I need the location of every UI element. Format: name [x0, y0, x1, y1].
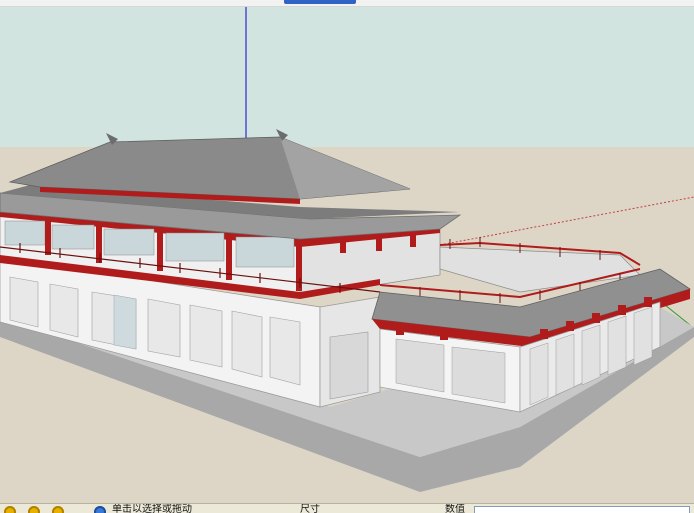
3d-viewport[interactable] — [0, 7, 694, 503]
toolbar-strip — [0, 0, 694, 7]
sky — [0, 7, 694, 157]
front-doors — [113, 294, 137, 350]
active-tab-indicator[interactable] — [284, 0, 356, 4]
side-door[interactable] — [329, 331, 369, 400]
model-canvas[interactable] — [0, 7, 694, 503]
